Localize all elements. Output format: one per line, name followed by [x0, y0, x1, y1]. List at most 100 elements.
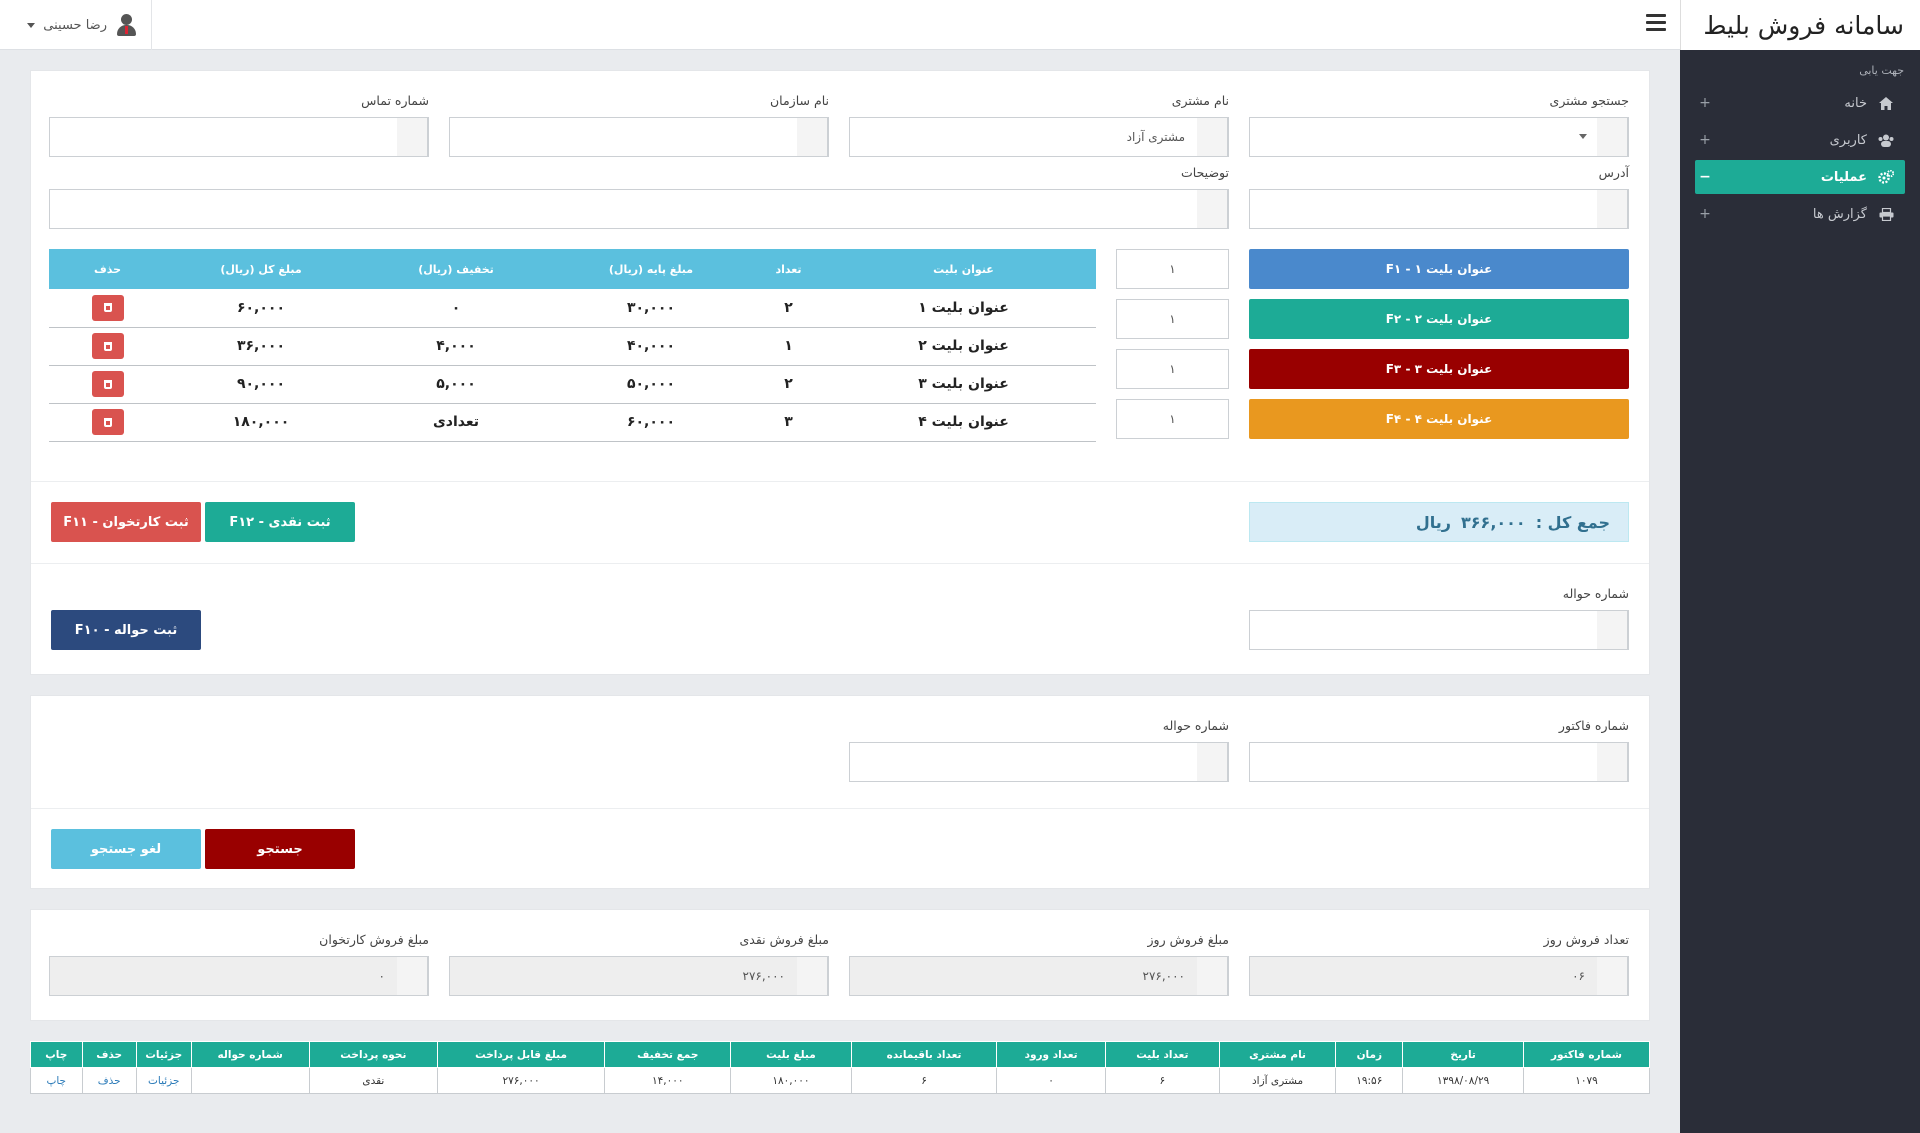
sidebar-item-users[interactable]: کاربری + — [1695, 123, 1905, 157]
card-submit-button[interactable]: ثبت کارتخوان - F۱۱ — [51, 502, 201, 542]
day-amount-label: مبلغ فروش روز — [1147, 932, 1229, 947]
total-amount: ۳۶۶,۰۰۰ — [1461, 512, 1526, 532]
trash-icon — [103, 303, 112, 313]
table-row: عنوان بلیت ۲ ۱ ۴۰,۰۰۰ ۴,۰۰۰ ۳۶,۰۰۰ — [49, 327, 1096, 366]
ticket-3-button[interactable]: عنوان بلیت ۳ - F۳ — [1249, 349, 1629, 389]
sale-panel: جستجو مشتری نام مشتری نام سازمان شماره ت… — [30, 70, 1650, 675]
col-header: زمان — [1335, 1041, 1404, 1068]
invoice-number-field[interactable] — [1249, 742, 1629, 782]
customer-name-label: نام مشتری — [1171, 93, 1229, 108]
collapse-icon[interactable]: − — [1695, 169, 1715, 185]
customer-search-select[interactable] — [1249, 117, 1629, 157]
ticket-4-qty-input[interactable]: ۱ — [1116, 399, 1229, 439]
total-label: جمع کل : — [1535, 512, 1610, 532]
card-amount-label: مبلغ فروش کارتخوان — [319, 932, 429, 947]
delete-link[interactable]: حذف — [98, 1075, 121, 1087]
sidebar-item-reports[interactable]: گزارش ها + — [1695, 197, 1905, 231]
sidebar-item-operations[interactable]: عملیات − — [1695, 160, 1905, 194]
report-header-row: شماره فاکتور تاریخ زمان نام مشتری تعداد … — [30, 1041, 1651, 1068]
avatar — [115, 13, 137, 37]
trash-icon — [103, 417, 112, 427]
phone-field[interactable] — [49, 117, 429, 157]
col-header: تخفیف (ریال) — [356, 249, 556, 289]
col-header: مبلغ قابل پرداخت — [436, 1041, 606, 1068]
cancel-search-button[interactable]: لغو جستجو — [51, 829, 201, 869]
details-link[interactable]: جزئیات — [148, 1075, 179, 1087]
col-header: تاریخ — [1402, 1041, 1524, 1068]
sidebar-item-home[interactable]: خانه + — [1695, 86, 1905, 120]
description-field[interactable] — [49, 189, 1229, 229]
transfer-submit-button[interactable]: ثبت حواله - F۱۰ — [51, 610, 201, 650]
expand-icon[interactable]: + — [1695, 132, 1715, 148]
ticket-1-button[interactable]: عنوان بلیت ۱ - F۱ — [1249, 249, 1629, 289]
address-field[interactable] — [1249, 189, 1629, 229]
total-box: جمع کل : ۳۶۶,۰۰۰ ریال — [1249, 502, 1629, 542]
gears-icon — [1877, 170, 1895, 184]
user-menu[interactable]: رضا حسینی — [0, 0, 152, 50]
sidebar-item-label: خانه — [1844, 95, 1867, 111]
sidebar-item-label: کاربری — [1829, 132, 1867, 148]
cart-header-row: عنوان بلیت تعداد مبلغ پایه (ریال) تخفیف … — [49, 249, 1096, 289]
col-header: تعداد بلیت — [1104, 1041, 1220, 1068]
cart-table: عنوان بلیت تعداد مبلغ پایه (ریال) تخفیف … — [49, 249, 1096, 442]
ticket-4-button[interactable]: عنوان بلیت ۴ - F۴ — [1249, 399, 1629, 439]
cash-amount-label: مبلغ فروش نقدی — [739, 932, 829, 947]
trash-icon — [103, 341, 112, 351]
col-header: شماره حواله — [190, 1041, 310, 1068]
delete-button[interactable] — [91, 294, 124, 321]
ticket-1-qty-input[interactable]: ۱ — [1116, 249, 1229, 289]
col-header: مبلغ کل (ریال) — [166, 249, 356, 289]
app-title: سامانه فروش بلیط — [1680, 0, 1920, 50]
sidebar: سامانه فروش بلیط جهت یابی خانه + کاربری … — [1680, 0, 1920, 1133]
col-header: عنوان بلیت — [831, 249, 1096, 289]
expand-icon[interactable]: + — [1695, 95, 1715, 111]
org-name-field[interactable] — [449, 117, 829, 157]
stats-panel: تعداد فروش روز مبلغ فروش روز مبلغ فروش ن… — [30, 909, 1650, 1021]
card-amount-field: ۰ — [49, 956, 429, 996]
table-row: ۱۰۷۹ ۱۳۹۸/۰۸/۲۹ ۱۹:۵۶ مشتری آزاد ۶ ۰ ۶ ۱… — [30, 1067, 1651, 1094]
ticket-2-button[interactable]: عنوان بلیت ۲ - F۲ — [1249, 299, 1629, 339]
customer-name-field[interactable]: مشتری آزاد — [849, 117, 1229, 157]
top-bar: رضا حسینی — [0, 0, 1680, 50]
col-header: حذف — [49, 249, 166, 289]
total-unit: ریال — [1415, 512, 1452, 532]
menu-toggle-icon[interactable] — [1646, 14, 1666, 32]
delete-button[interactable] — [91, 409, 124, 435]
day-count-field: ۰۶ — [1249, 956, 1629, 996]
transfer-number-label: شماره حواله — [1562, 586, 1629, 601]
chevron-down-icon — [1579, 134, 1587, 139]
user-name: رضا حسینی — [43, 17, 107, 33]
cash-submit-button[interactable]: ثبت نقدی - F۱۲ — [205, 502, 355, 542]
nav-heading: جهت یابی — [1859, 64, 1904, 77]
search-transfer-field[interactable] — [849, 742, 1229, 782]
col-header: تعداد باقیمانده — [850, 1041, 998, 1068]
sales-report-table: شماره فاکتور تاریخ زمان نام مشتری تعداد … — [30, 1041, 1651, 1094]
ticket-button-label: عنوان بلیت ۲ - F۲ — [1385, 312, 1493, 326]
ticket-3-qty-input[interactable]: ۱ — [1116, 349, 1229, 389]
col-header: تعداد — [746, 249, 831, 289]
print-link[interactable]: چاپ — [46, 1075, 66, 1087]
table-row: عنوان بلیت ۱ ۲ ۳۰,۰۰۰ ۰ ۶۰,۰۰۰ — [49, 289, 1096, 328]
col-header: مبلغ پایه (ریال) — [556, 249, 746, 289]
ticket-2-qty-input[interactable]: ۱ — [1116, 299, 1229, 339]
col-header: جمع تخفیف — [604, 1041, 732, 1068]
day-count-label: تعداد فروش روز — [1543, 932, 1629, 947]
search-button[interactable]: جستجو — [205, 829, 355, 869]
phone-label: شماره تماس — [361, 93, 429, 108]
description-label: توضیحات — [1181, 165, 1229, 180]
ticket-button-label: عنوان بلیت ۴ - F۴ — [1385, 412, 1493, 426]
invoice-number-label: شماره فاکتور — [1558, 718, 1629, 733]
delete-button[interactable] — [91, 371, 124, 397]
delete-button[interactable] — [91, 333, 124, 359]
col-header: مبلغ بلیت — [730, 1041, 852, 1068]
col-header: جزئیات — [135, 1041, 192, 1068]
transfer-number-field[interactable] — [1249, 610, 1629, 650]
sidebar-item-label: گزارش ها — [1812, 206, 1867, 222]
table-row: عنوان بلیت ۳ ۲ ۵۰,۰۰۰ ۵,۰۰۰ ۹۰,۰۰۰ — [49, 365, 1096, 404]
expand-icon[interactable]: + — [1695, 206, 1715, 222]
customer-search-label: جستجو مشتری — [1549, 93, 1629, 108]
day-amount-field: ۲۷۶,۰۰۰ — [849, 956, 1229, 996]
users-icon — [1877, 133, 1895, 147]
col-header: تعداد ورود — [996, 1041, 1106, 1068]
home-icon — [1877, 96, 1895, 110]
